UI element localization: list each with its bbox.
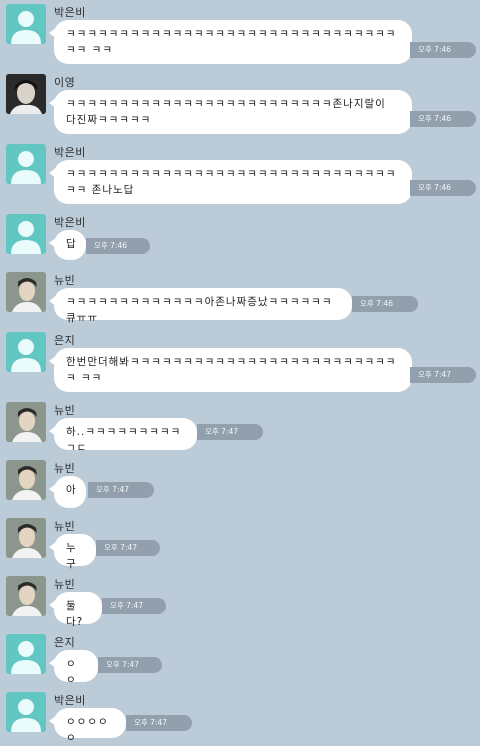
- default-profile-icon[interactable]: [6, 332, 46, 372]
- timestamp-badge: 오후 7:47: [410, 367, 476, 383]
- user-photo-dark[interactable]: [6, 74, 46, 114]
- sender-name: 뉴빈: [54, 578, 76, 591]
- sender-name: 박은비: [54, 146, 86, 159]
- sender-name: 박은비: [54, 6, 86, 19]
- timestamp-badge: 오후 7:47: [126, 715, 192, 731]
- message-bubble[interactable]: ㅋㅋㅋㅋㅋㅋㅋㅋㅋㅋㅋㅋㅋㅋㅋㅋㅋㅋㅋㅋㅋㅋㅋㅋㅋㅋㅋㅋㅋㅋㅋㅋㅋ 존나노답: [49, 160, 412, 204]
- message-bubble[interactable]: ㅋㅋㅋㅋㅋㅋㅋㅋㅋㅋㅋㅋㅋㅋㅋㅋㅋㅋㅋㅋㅋㅋㅋㅋㅋ존나지랄이 다진짜ㅋㅋㅋㅋㅋ: [49, 90, 412, 134]
- timestamp-badge: 오후 7:47: [98, 657, 162, 673]
- message-bubble[interactable]: 둘다?: [49, 592, 102, 628]
- sender-name: 이영: [54, 76, 76, 89]
- timestamp-badge: 오후 7:46: [86, 238, 150, 254]
- sender-name: 뉴빈: [54, 520, 76, 533]
- user-photo[interactable]: [6, 518, 46, 558]
- timestamp-badge: 오후 7:46: [410, 42, 476, 58]
- sender-name: 뉴빈: [54, 462, 76, 475]
- sender-name: 은지: [54, 334, 76, 347]
- message-bubble[interactable]: 답: [49, 230, 86, 260]
- message-bubble[interactable]: 한번만더해봐ㅋㅋㅋㅋㅋㅋㅋㅋㅋㅋㅋㅋㅋㅋㅋㅋㅋㅋㅋㅋㅋㅋㅋㅋㅋㅋ ㅋㅋ: [49, 348, 412, 392]
- timestamp-badge: 오후 7:46: [352, 296, 418, 312]
- default-profile-icon[interactable]: [6, 144, 46, 184]
- sender-name: 은지: [54, 636, 76, 649]
- sender-name: 박은비: [54, 694, 86, 707]
- default-profile-icon[interactable]: [6, 692, 46, 732]
- message-bubble[interactable]: 아: [49, 476, 86, 508]
- default-profile-icon[interactable]: [6, 214, 46, 254]
- message-bubble[interactable]: ㅋㅋㅋㅋㅋㅋㅋㅋㅋㅋㅋㅋㅋ아존나짜증났ㅋㅋㅋㅋㅋㅋ큐ㅠㅠ: [49, 288, 352, 324]
- default-profile-icon[interactable]: [6, 634, 46, 674]
- message-bubble[interactable]: 하..ㅋㅋㅋㅋㅋㅋㅋㅋㅋㄱㄷ: [49, 418, 197, 454]
- message-bubble[interactable]: 누구: [49, 534, 96, 570]
- user-photo[interactable]: [6, 576, 46, 616]
- message-bubble[interactable]: ㅋㅋㅋㅋㅋㅋㅋㅋㅋㅋㅋㅋㅋㅋㅋㅋㅋㅋㅋㅋㅋㅋㅋㅋㅋㅋㅋㅋㅋㅋㅋㅋㅋ ㅋㅋ: [49, 20, 412, 64]
- timestamp-badge: 오후 7:46: [410, 180, 476, 196]
- timestamp-badge: 오후 7:46: [410, 111, 476, 127]
- timestamp-badge: 오후 7:47: [96, 540, 160, 556]
- sender-name: 뉴빈: [54, 274, 76, 287]
- timestamp-badge: 오후 7:47: [102, 598, 166, 614]
- default-profile-icon[interactable]: [6, 4, 46, 44]
- timestamp-badge: 오후 7:47: [88, 482, 154, 498]
- user-photo[interactable]: [6, 272, 46, 312]
- message-bubble[interactable]: ㅇㅇ: [49, 650, 98, 686]
- message-bubble[interactable]: ㅇㅇㅇㅇㅇ: [49, 708, 126, 744]
- user-photo[interactable]: [6, 402, 46, 442]
- sender-name: 박은비: [54, 216, 86, 229]
- sender-name: 뉴빈: [54, 404, 76, 417]
- user-photo[interactable]: [6, 460, 46, 500]
- timestamp-badge: 오후 7:47: [197, 424, 263, 440]
